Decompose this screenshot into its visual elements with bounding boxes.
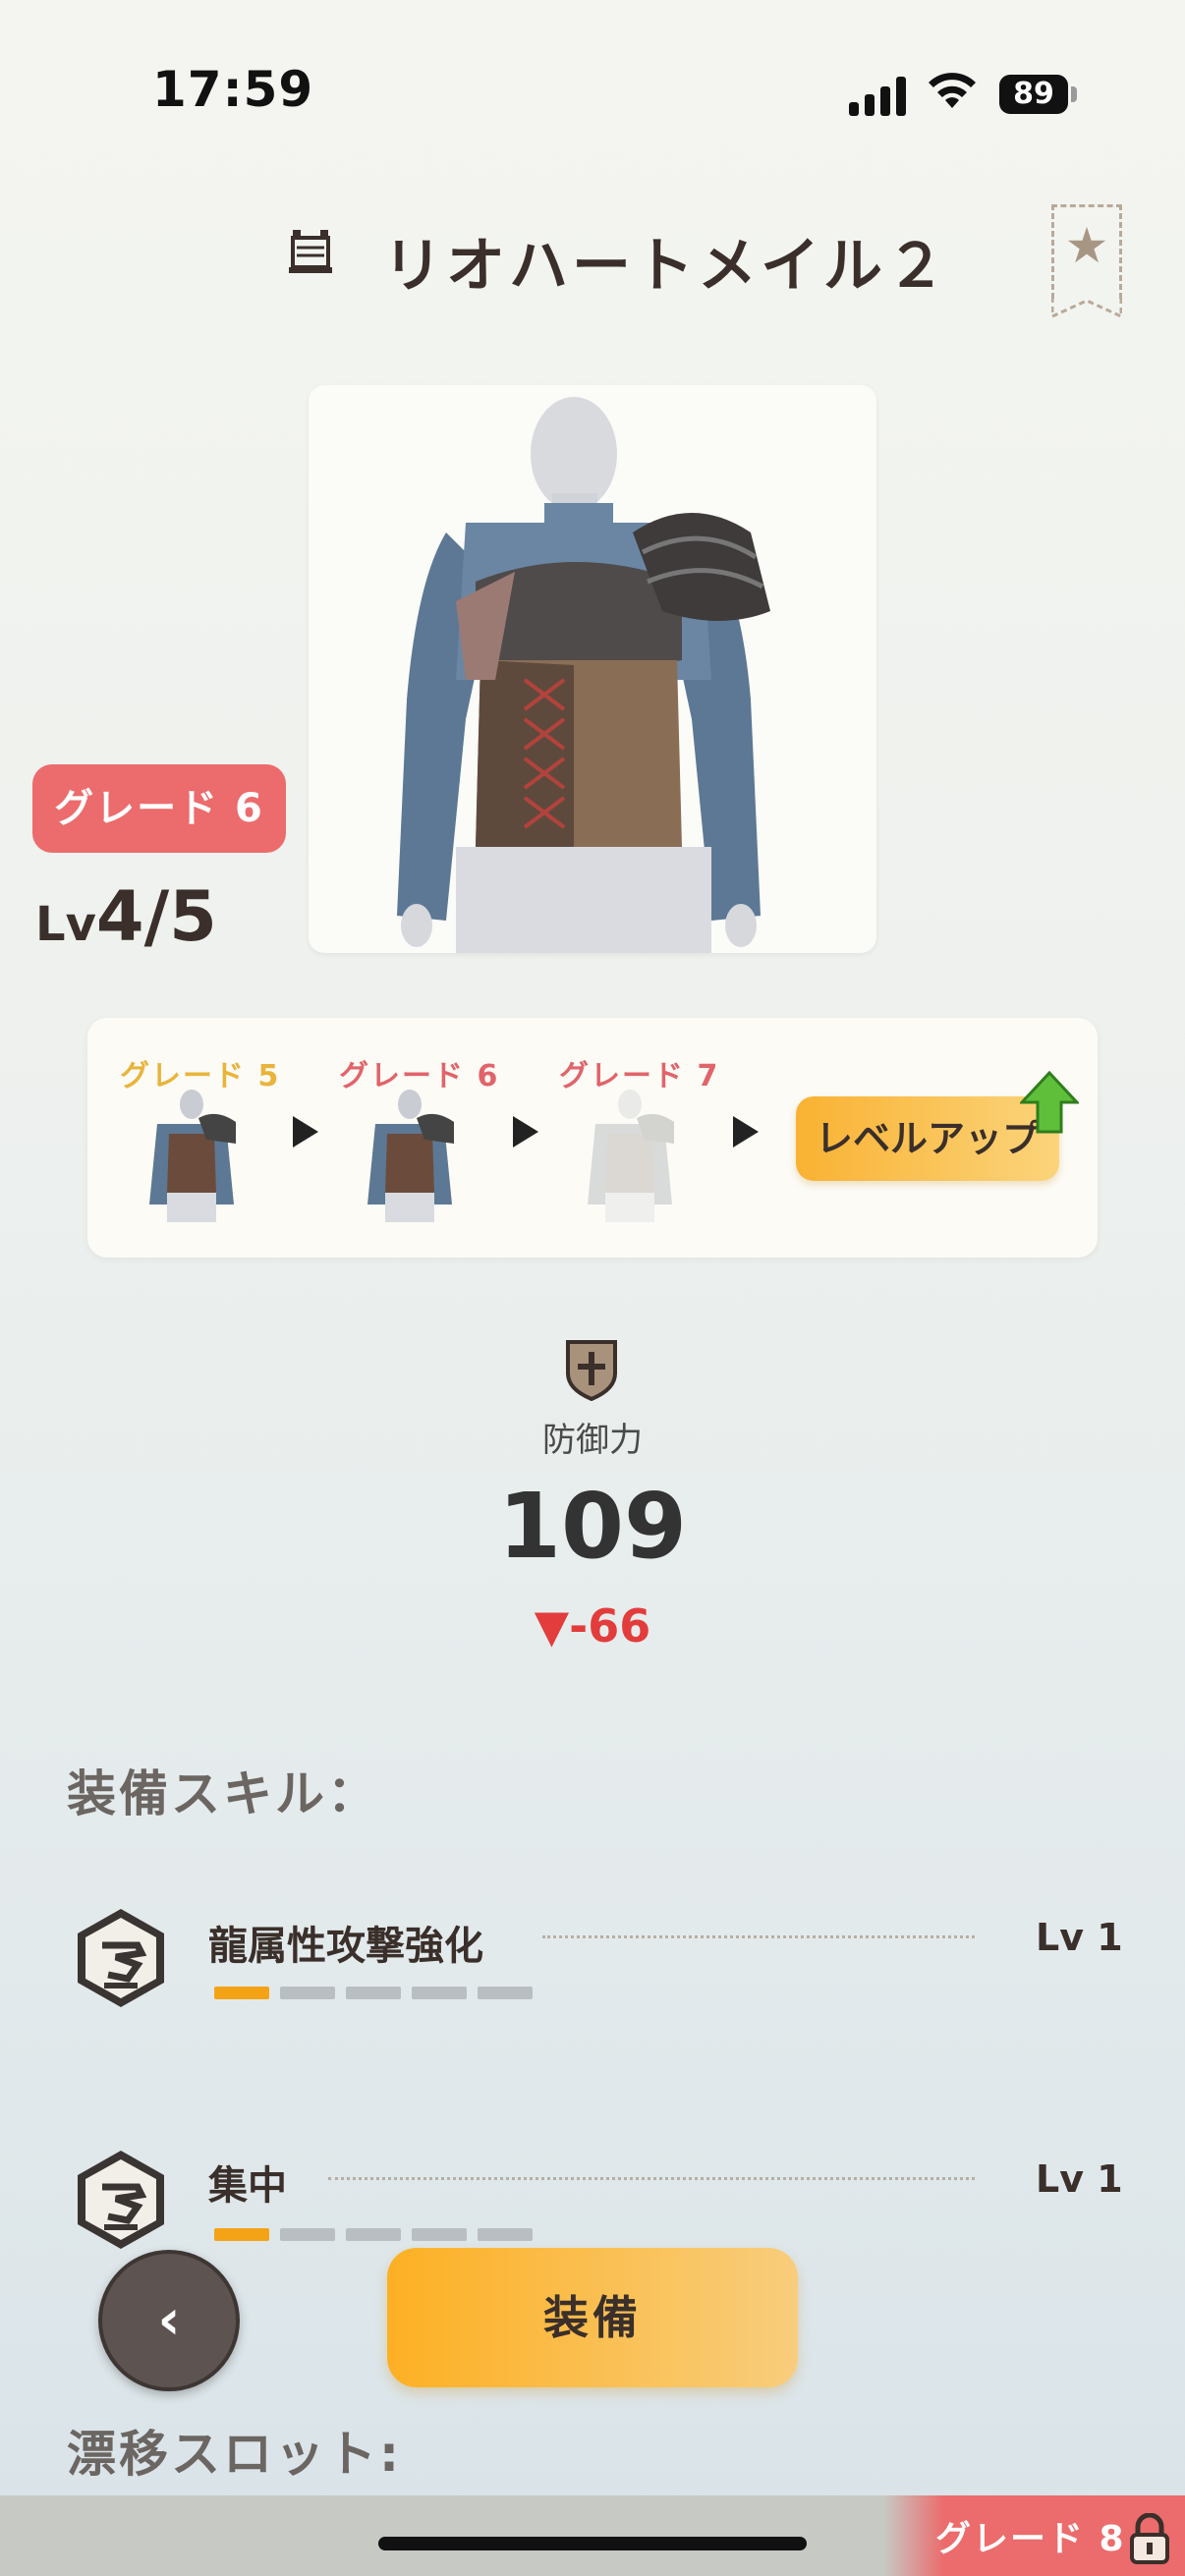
lock-icon <box>1130 2513 1169 2564</box>
grade-5-armor-thumbnail <box>149 1090 236 1222</box>
skills-section-title: 装備スキル： <box>67 1765 379 1822</box>
skill-progress-segment <box>280 2228 335 2241</box>
star-icon: ★ <box>1064 217 1109 274</box>
skill-progress-segment <box>412 2228 467 2241</box>
dragon-attack-skill-icon <box>78 1909 164 2007</box>
battery-indicator: 89 <box>999 75 1068 114</box>
back-button[interactable]: ‹ <box>98 2250 240 2391</box>
focus-skill-icon <box>78 2151 164 2249</box>
skill-progress-segment <box>280 1987 335 1999</box>
skill-progress-segment <box>214 1987 269 1999</box>
skill-leader-line <box>542 1935 975 1938</box>
grade-7-armor-thumbnail <box>588 1090 674 1222</box>
level-prefix: Lv <box>35 897 96 952</box>
progression-arrow-icon <box>733 1116 759 1148</box>
page-title: リオハートメイル２ <box>383 232 949 301</box>
defense-difference: ▼-66 <box>534 1599 651 1652</box>
home-indicator[interactable] <box>378 2537 807 2550</box>
grade-badge: グレード 6 <box>32 764 286 853</box>
level-value: 4/5 <box>95 876 217 957</box>
skill-name: 龍属性攻撃強化 <box>208 1924 483 1969</box>
wifi-icon <box>929 73 976 108</box>
battery-tip <box>1071 86 1077 102</box>
skill-progress-segment <box>478 2228 533 2241</box>
armor-preview-image <box>309 385 876 953</box>
favorite-button[interactable]: ★ <box>1051 204 1122 318</box>
skill-progress-segment <box>478 1987 533 1999</box>
shield-icon <box>566 1340 617 1401</box>
skill-progress-segment <box>214 2228 269 2241</box>
skill-level: Lv 1 <box>1036 1916 1123 1959</box>
progression-arrow-icon <box>293 1116 318 1148</box>
skill-progress-segment <box>346 2228 401 2241</box>
grade-6-armor-thumbnail <box>367 1090 454 1222</box>
skill-progress-segment <box>412 1987 467 1999</box>
equip-button[interactable]: 装備 <box>387 2248 798 2387</box>
defense-label: 防御力 <box>542 1421 643 1460</box>
skill-name: 集中 <box>208 2163 287 2209</box>
progression-arrow-icon <box>513 1116 538 1148</box>
armor-category-icon <box>289 230 332 273</box>
skill-leader-line <box>328 2177 975 2180</box>
level-display: Lv4/5 <box>35 876 217 957</box>
skill-progress-segment <box>346 1987 401 1999</box>
slot-section-title: 漂移スロット: <box>67 2426 402 2483</box>
up-arrow-icon <box>1020 1071 1079 1134</box>
skill-level: Lv 1 <box>1036 2157 1123 2201</box>
cellular-signal-icon <box>849 77 908 116</box>
status-time: 17:59 <box>152 61 314 118</box>
defense-value: 109 <box>497 1474 688 1579</box>
